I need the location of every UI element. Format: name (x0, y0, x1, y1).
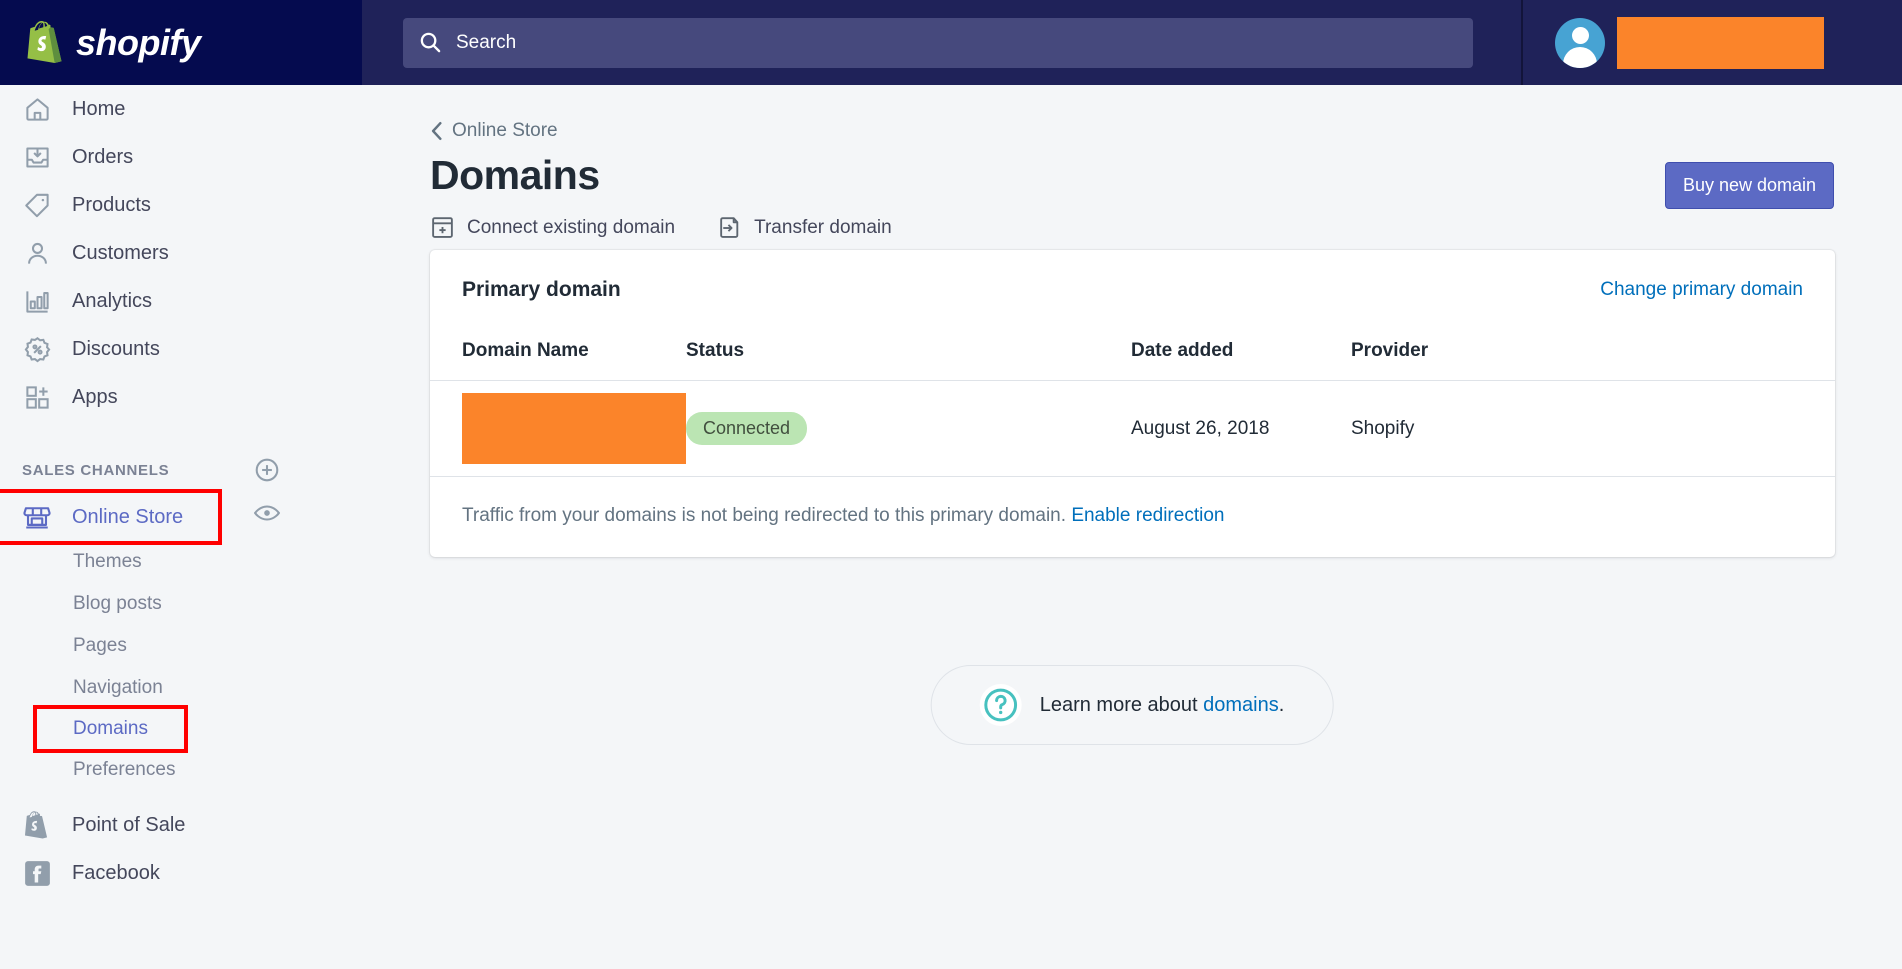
chevron-left-icon (431, 122, 442, 140)
sidebar-item-home[interactable]: Home (0, 85, 362, 133)
sidebar-item-facebook[interactable]: Facebook (0, 849, 362, 897)
global-search[interactable] (403, 17, 1473, 68)
sidebar-item-analytics[interactable]: Analytics (0, 277, 362, 325)
cell-date-added: August 26, 2018 (1131, 417, 1270, 439)
column-header-status: Status (686, 302, 1131, 381)
redacted-store-name (1617, 16, 1824, 69)
help-pill-suffix: . (1278, 693, 1285, 716)
action-label: Transfer domain (754, 216, 892, 238)
sidebar-item-label: Home (72, 97, 126, 120)
topbar-divider (1521, 0, 1523, 85)
analytics-bar-chart-icon (22, 286, 52, 316)
sidebar-item-customers[interactable]: Customers (0, 229, 362, 277)
cell-provider: Shopify (1351, 417, 1415, 439)
circled-plus-icon (255, 458, 279, 482)
sidebar-item-point-of-sale[interactable]: Point of Sale (0, 801, 362, 849)
question-mark-icon (979, 684, 1022, 726)
column-header-date-added: Date added (1131, 302, 1351, 381)
breadcrumb-label: Online Store (452, 120, 558, 141)
shopify-bag-icon (27, 20, 62, 63)
action-label: Connect existing domain (467, 216, 676, 238)
domains-table: Domain Name Status Date added Provider C… (430, 302, 1835, 476)
help-pill-prefix: Learn more about (1039, 693, 1204, 716)
sidebar-item-label: Discounts (72, 337, 160, 360)
sidebar-subitem-blog-posts[interactable]: Blog posts (0, 583, 362, 625)
section-title: SALES CHANNELS (22, 461, 170, 479)
connect-existing-domain-button[interactable]: Connect existing domain (430, 215, 675, 240)
page-actions: Connect existing domain Transfer domain (430, 215, 1902, 240)
customer-person-icon (22, 238, 52, 268)
status-badge: Connected (686, 412, 808, 445)
redacted-domain-name (462, 393, 686, 464)
sidebar-item-online-store[interactable]: Online Store (0, 489, 222, 545)
orders-inbox-icon (22, 142, 52, 172)
sidebar-subitem-preferences[interactable]: Preferences (0, 749, 362, 791)
sidebar-subitem-domains[interactable]: Domains (33, 705, 188, 753)
storefront-icon (22, 502, 52, 532)
domains-help-link[interactable]: domains (1203, 694, 1279, 716)
sidebar-item-orders[interactable]: Orders (0, 133, 362, 181)
sidebar-item-discounts[interactable]: Discounts (0, 325, 362, 373)
sidebar-subitem-navigation[interactable]: Navigation (0, 667, 362, 709)
sidebar-item-label: Point of Sale (72, 813, 186, 836)
brand-name: shopify (76, 21, 201, 63)
column-header-provider: Provider (1351, 302, 1835, 381)
card-title: Primary domain (462, 278, 621, 301)
add-sales-channel-button[interactable] (254, 457, 280, 483)
primary-domain-card: Primary domain Change primary domain Dom… (430, 250, 1835, 557)
shopify-logo[interactable]: shopify (0, 0, 362, 85)
redirection-notice-text: Traffic from your domains is not being r… (462, 505, 1067, 526)
sidebar-item-label: Customers (72, 241, 169, 264)
sidebar-item-label: Products (72, 193, 151, 216)
help-pill-text: Learn more about domains. (1040, 694, 1285, 717)
enable-redirection-link[interactable]: Enable redirection (1071, 505, 1224, 526)
sidebar-item-label: Orders (72, 145, 134, 168)
product-tag-icon (22, 190, 52, 220)
search-icon (420, 32, 441, 53)
shopify-bag-glyph (24, 810, 48, 838)
sidebar-subitem-themes[interactable]: Themes (0, 541, 362, 583)
sidebar-item-label: Online Store (72, 505, 184, 528)
sidebar-subitem-label: Preferences (73, 759, 176, 780)
user-menu[interactable] (1555, 0, 1824, 85)
table-row[interactable]: Connected August 26, 2018 Shopify (430, 381, 1835, 477)
change-primary-domain-link[interactable]: Change primary domain (1600, 279, 1803, 301)
transfer-domain-button[interactable]: Transfer domain (717, 215, 892, 240)
sidebar-subitem-label: Pages (73, 635, 127, 656)
sidebar-item-label: Facebook (72, 861, 160, 884)
sidebar-subitem-label: Blog posts (73, 593, 162, 614)
sales-channels-section-header: SALES CHANNELS (0, 447, 362, 493)
sidebar-item-label: Apps (72, 385, 118, 408)
connect-domain-icon (432, 217, 453, 238)
sidebar-item-apps[interactable]: Apps (0, 373, 362, 421)
main-content: Online Store Domains Connect existing do… (362, 85, 1902, 969)
avatar[interactable] (1555, 17, 1605, 68)
sidebar-subitem-label: Domains (73, 718, 148, 739)
learn-more-help-pill[interactable]: Learn more about domains. (930, 665, 1334, 745)
sidebar-subitem-label: Navigation (73, 677, 163, 698)
sidebar-subitem-label: Themes (73, 551, 142, 572)
cell-domain-name (430, 381, 686, 477)
sidebar-item-label: Analytics (72, 289, 153, 312)
sidebar-item-products[interactable]: Products (0, 181, 362, 229)
sidebar-subitem-pages[interactable]: Pages (0, 625, 362, 667)
discount-percent-icon (22, 334, 52, 364)
table-header-row: Domain Name Status Date added Provider (430, 302, 1835, 381)
eye-icon (253, 505, 281, 521)
cell-status: Connected (686, 381, 1131, 477)
preview-store-button[interactable] (253, 504, 281, 527)
card-header: Primary domain Change primary domain (430, 250, 1835, 302)
shopify-bag-icon (22, 810, 52, 840)
redirection-notice: Traffic from your domains is not being r… (430, 476, 1835, 557)
apps-grid-plus-icon (22, 382, 52, 412)
search-input[interactable] (456, 17, 1457, 68)
buy-new-domain-button[interactable]: Buy new domain (1665, 162, 1834, 209)
facebook-icon (22, 858, 52, 888)
column-header-domain-name: Domain Name (430, 302, 686, 381)
transfer-domain-icon (720, 217, 739, 238)
breadcrumb[interactable]: Online Store (430, 120, 558, 142)
sidebar: Home Orders Products Customers Analytics… (0, 85, 362, 969)
home-icon (22, 94, 52, 124)
